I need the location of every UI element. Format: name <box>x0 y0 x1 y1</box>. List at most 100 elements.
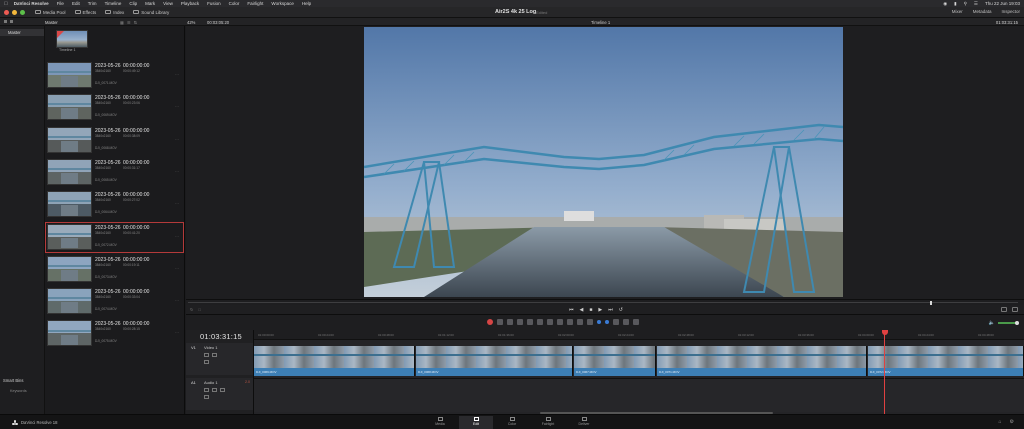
effects-button[interactable]: Effects <box>74 10 96 15</box>
video-track-header[interactable]: V1 Video 1 <box>186 343 253 375</box>
menu-color[interactable]: Color <box>229 1 240 6</box>
scrubber-playhead[interactable] <box>930 300 932 305</box>
clip-more-icon[interactable]: ⋯ <box>175 137 179 142</box>
media-pool-clip[interactable]: 2023-05-26 00:00:00:00 3840x2160 00:00:31:1… <box>45 157 184 188</box>
bin-master[interactable]: Master <box>0 29 44 36</box>
timeline-timecode[interactable]: 01:03:31:15 <box>200 332 242 341</box>
timeline-video-clip[interactable]: DJI_0067.MOV <box>574 346 656 376</box>
record-timecode[interactable]: 01:03:31:15 <box>996 20 1018 25</box>
bin-list-toggle[interactable] <box>4 20 13 23</box>
audio-lock-icon[interactable] <box>204 388 209 392</box>
video-track-name[interactable]: Video 1 <box>204 345 218 350</box>
index-button[interactable]: Index <box>105 10 124 15</box>
speaker-icon[interactable]: 🔈 <box>989 320 995 326</box>
timeline-ruler[interactable]: 01:00:00:00 01:00:24:00 01:00:48:00 01:01:1… <box>254 330 1024 340</box>
loop-playback-icon[interactable]: ↺ <box>619 307 623 313</box>
clip-more-icon[interactable]: ⋯ <box>175 330 179 335</box>
clip-thumbnail[interactable] <box>47 158 92 185</box>
record-icon[interactable] <box>487 319 493 325</box>
dynamic-trim-icon[interactable] <box>517 319 523 325</box>
menu-trim[interactable]: Trim <box>88 1 97 6</box>
clip-more-icon[interactable]: ⋯ <box>175 266 179 271</box>
close-window-icon[interactable] <box>4 9 9 15</box>
clip-thumbnail[interactable] <box>47 94 92 121</box>
timeline-thumbnail[interactable] <box>56 30 88 48</box>
menu-timeline[interactable]: Timeline <box>105 1 122 6</box>
clip-thumbnail[interactable] <box>47 62 92 88</box>
marker-icon[interactable] <box>605 320 609 324</box>
timeline-name-dropdown[interactable]: Timeline 1 <box>591 20 610 25</box>
audio-auto-select-icon[interactable] <box>204 395 209 399</box>
menubar-clock[interactable]: Thu 22 Jun 19:03 <box>985 1 1020 6</box>
blade-tool-icon[interactable] <box>527 319 533 325</box>
page-tab-deliver[interactable]: Deliver <box>567 416 601 429</box>
media-pool-clip[interactable]: 2023-05-26 00:00:00:00 3840x2160 00:00:23:0… <box>45 92 184 123</box>
page-tab-edit[interactable]: Edit <box>459 416 493 429</box>
overwrite-clip-icon[interactable] <box>547 319 553 325</box>
audio-track-lane[interactable] <box>254 378 1024 412</box>
settings-gear-icon[interactable]: ⚙ <box>1010 419 1014 425</box>
control-center-icon[interactable]: ☰ <box>974 1 978 7</box>
timeline-video-clip[interactable]: DJI_0068.MOV <box>416 346 573 376</box>
trim-tool-icon[interactable] <box>507 319 513 325</box>
media-pool-clip[interactable]: 2023-05-26 00:00:00:00 3840x2160 00:00:38:0… <box>45 125 184 156</box>
jump-end-icon[interactable]: ⏭ <box>608 307 613 313</box>
match-frame-icon[interactable] <box>1001 306 1007 312</box>
media-pool-clip[interactable]: 2023-05-26 00:00:00:00 3840x2160 00:00:27:0… <box>45 189 184 220</box>
menu-workspace[interactable]: Workspace <box>271 1 293 6</box>
sort-icon[interactable]: ⇅ <box>134 20 138 25</box>
timeline-video-clip[interactable]: DJI_0069.MOV <box>254 346 415 376</box>
timeline-tracks[interactable]: 01:00:00:00 01:00:24:00 01:00:48:00 01:01:1… <box>254 330 1024 414</box>
lock-track-icon[interactable] <box>204 353 209 357</box>
clip-more-icon[interactable]: ⋯ <box>175 234 179 239</box>
clip-thumbnail[interactable] <box>47 191 92 218</box>
zoom-custom-icon[interactable] <box>633 319 639 325</box>
metadata-button[interactable]: Metadata <box>973 9 992 14</box>
viewer-zoom[interactable]: 42% <box>187 20 195 25</box>
selection-tool-icon[interactable] <box>497 319 503 325</box>
grid-view-icon[interactable]: ▦ <box>120 20 124 25</box>
media-pool-clip[interactable]: 2023-05-26 00:00:00:00 3840x2160 00:00:33:0… <box>45 286 184 317</box>
minimize-window-icon[interactable] <box>12 9 17 15</box>
play-icon[interactable]: ▶ <box>598 307 602 313</box>
playhead-cap[interactable] <box>881 330 888 335</box>
volume-knob[interactable] <box>1015 320 1019 325</box>
sound-library-button[interactable]: Sound Library <box>133 10 169 15</box>
viewer-frame[interactable] <box>364 27 843 297</box>
zoom-full-icon[interactable] <box>613 319 619 325</box>
battery-icon[interactable]: ▮ <box>954 1 956 7</box>
menu-playback[interactable]: Playback <box>181 1 199 6</box>
insert-clip-icon[interactable] <box>537 319 543 325</box>
apple-icon[interactable]:  <box>4 1 8 7</box>
timeline-playhead[interactable] <box>881 330 888 414</box>
jump-start-icon[interactable]: ⏮ <box>569 307 574 313</box>
inspector-button[interactable]: Inspector <box>1001 9 1020 14</box>
clip-more-icon[interactable]: ⋯ <box>175 201 179 206</box>
flag-icon[interactable] <box>597 320 601 324</box>
smart-bins-header[interactable]: Smart Bins <box>3 378 23 383</box>
stop-icon[interactable]: ■ <box>589 307 592 313</box>
clip-more-icon[interactable]: ⋯ <box>175 104 179 109</box>
home-icon[interactable]: ⌂ <box>998 419 1001 425</box>
clip-thumbnail[interactable] <box>47 126 92 153</box>
clip-thumbnail[interactable] <box>47 288 92 315</box>
page-tab-fairlight[interactable]: Fairlight <box>531 416 565 429</box>
clip-thumbnail[interactable] <box>47 320 92 347</box>
menu-edit[interactable]: Edit <box>72 1 80 6</box>
loop-icon[interactable]: ↻ <box>190 307 193 312</box>
viewer-options-icon[interactable] <box>1012 306 1018 312</box>
snapping-icon[interactable] <box>567 319 573 325</box>
media-pool-clip[interactable]: 2023-05-26 00:00:00:00 3840x2160 00:00:28:1… <box>45 318 184 349</box>
media-pool-clip[interactable]: 2023-05-26 00:00:00:00 3840x2160 00:00:49:1… <box>45 60 184 91</box>
menu-clip[interactable]: Clip <box>129 1 137 6</box>
menu-app[interactable]: DaVinci Resolve <box>14 1 49 6</box>
view-mode-buttons[interactable]: ▦ ☰ ⇅ <box>120 20 137 25</box>
audio-track-name[interactable]: Audio 1 <box>204 380 218 385</box>
clip-thumbnail[interactable] <box>47 223 92 250</box>
clip-more-icon[interactable]: ⋯ <box>175 298 179 303</box>
media-pool-clip[interactable]: 2023-05-26 00:00:00:00 3840x2160 00:00:19:1… <box>45 254 184 285</box>
page-tab-color[interactable]: Color <box>495 416 529 429</box>
menu-fairlight[interactable]: Fairlight <box>247 1 263 6</box>
linked-selection-icon[interactable] <box>577 319 583 325</box>
wifi-icon[interactable]: ◉ <box>943 1 947 7</box>
